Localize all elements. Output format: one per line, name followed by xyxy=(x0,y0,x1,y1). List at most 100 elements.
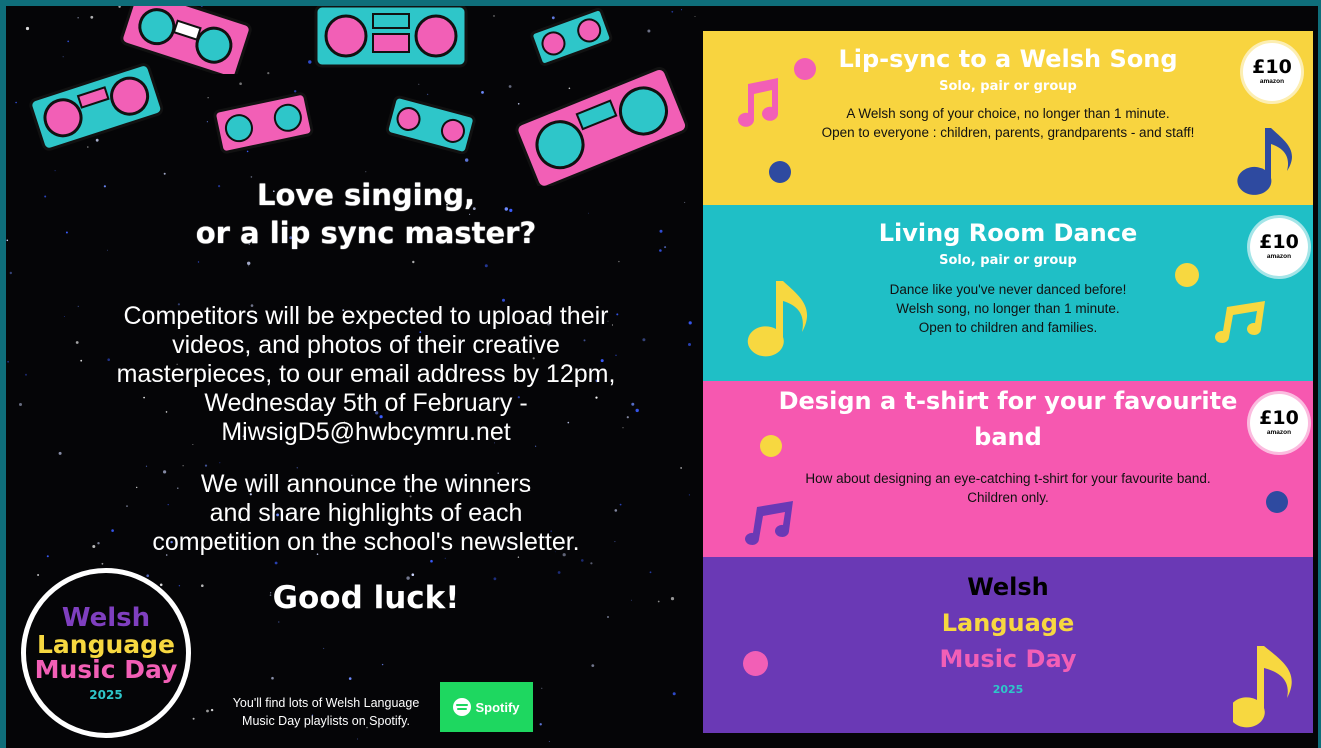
decor-dot xyxy=(769,161,791,183)
star-dot xyxy=(6,239,9,242)
star-dot xyxy=(63,316,65,317)
star-dot xyxy=(278,621,280,623)
spotify-note-line: Music Day playlists on Spotify. xyxy=(242,714,410,728)
footer-line1: Welsh xyxy=(967,573,1049,601)
star-dot xyxy=(672,692,676,696)
star-dot xyxy=(481,91,484,94)
competition-subtitle: Solo, pair or group xyxy=(939,253,1077,268)
logo-line3: Music Day xyxy=(34,655,178,685)
star-dot xyxy=(694,16,696,17)
instructions-line: Wednesday 5th of February - xyxy=(204,389,528,417)
star-dot xyxy=(539,723,542,726)
star-dot xyxy=(44,195,47,198)
star-dot xyxy=(65,231,68,234)
welsh-music-day-logo: Welsh Language Music Day 2025 xyxy=(21,568,191,738)
spotify-note-line: You'll find lots of Welsh Language xyxy=(232,696,420,710)
star-dot xyxy=(267,72,270,75)
music-note-icon xyxy=(1237,128,1292,195)
star-dot xyxy=(412,260,415,264)
star-dot xyxy=(25,373,27,376)
star-dot xyxy=(247,261,251,265)
star-dot xyxy=(101,562,104,565)
star-dot xyxy=(418,83,420,85)
star-dot xyxy=(688,321,692,325)
star-dot xyxy=(271,676,274,680)
star-dot xyxy=(588,212,589,214)
prize-brand: amazon xyxy=(1266,253,1292,261)
star-dot xyxy=(381,663,384,666)
star-dot xyxy=(239,82,242,85)
star-dot xyxy=(659,249,662,252)
star-dot xyxy=(607,616,609,618)
star-dot xyxy=(54,170,56,172)
star-dot xyxy=(630,599,632,601)
star-dot xyxy=(671,10,674,13)
star-dot xyxy=(557,571,561,574)
star-dot xyxy=(681,9,682,11)
competition-panel-dance: Living Room Dance Solo, pair or group Da… xyxy=(703,205,1313,381)
music-note-icon xyxy=(1233,646,1292,728)
prize-amount: £10 xyxy=(1259,231,1299,254)
instructions-line: Competitors will be expected to upload t… xyxy=(123,302,609,330)
star-dot xyxy=(670,597,675,601)
star-dot xyxy=(19,403,22,406)
prize-amount: £10 xyxy=(1252,56,1292,79)
star-dot xyxy=(647,29,651,33)
spotify-label: Spotify xyxy=(475,699,520,715)
star-dot xyxy=(159,583,163,587)
music-note-icon xyxy=(745,501,793,545)
star-dot xyxy=(25,26,30,31)
star-dot xyxy=(219,462,221,464)
star-dot xyxy=(657,600,660,603)
boombox-icon xyxy=(530,7,613,66)
star-dot xyxy=(365,171,367,173)
winners-line: We will announce the winners xyxy=(200,470,532,498)
star-dot xyxy=(204,464,208,467)
star-dot xyxy=(146,574,149,577)
prize-badge: £10 amazon xyxy=(1250,218,1308,276)
star-dot xyxy=(9,271,12,275)
music-note-icon xyxy=(738,78,778,127)
poster: Love singing, or a lip sync master? Comp… xyxy=(6,6,1318,748)
star-dot xyxy=(688,494,691,496)
star-dot xyxy=(46,555,49,558)
footer-panel: Welsh Language Music Day 2025 xyxy=(703,557,1313,733)
star-dot xyxy=(248,265,250,267)
competition-subtitle: Solo, pair or group xyxy=(939,79,1077,94)
winners-paragraph: We will announce the winners and share h… xyxy=(66,470,666,557)
competition-title: Living Room Dance xyxy=(878,219,1138,247)
star-dot xyxy=(197,261,200,263)
prize-brand: amazon xyxy=(1259,78,1285,86)
star-dot xyxy=(541,687,543,689)
music-note-icon xyxy=(1215,301,1265,343)
star-dot xyxy=(688,343,691,346)
prize-badge: £10 amazon xyxy=(1243,43,1301,101)
good-luck-text: Good luck! xyxy=(272,580,460,616)
heading-line2: or a lip sync master? xyxy=(195,216,537,250)
decor-dot xyxy=(743,651,768,676)
music-note-icon xyxy=(747,281,808,357)
boombox-icon xyxy=(29,63,164,151)
heading: Love singing, or a lip sync master? xyxy=(146,176,586,252)
decor-dot xyxy=(1175,263,1199,287)
footer-line3: Music Day xyxy=(939,645,1077,673)
star-dot xyxy=(206,121,208,123)
star-dot xyxy=(659,229,663,233)
star-dot xyxy=(37,574,40,576)
star-dot xyxy=(207,97,209,99)
star-dot xyxy=(274,561,278,565)
boombox-icon xyxy=(385,95,476,154)
star-dot xyxy=(15,101,17,104)
spotify-button[interactable]: Spotify xyxy=(440,682,533,732)
star-dot xyxy=(430,559,433,563)
logo-line1: Welsh xyxy=(61,603,151,634)
star-dot xyxy=(664,246,667,249)
star-dot xyxy=(591,664,595,667)
prize-brand: amazon xyxy=(1266,429,1292,437)
star-dot xyxy=(163,172,166,175)
boombox-icon xyxy=(314,6,468,68)
footer-year: 2025 xyxy=(992,683,1024,696)
star-dot xyxy=(296,467,298,469)
logo-year: 2025 xyxy=(89,687,123,702)
prize-badge: £10 amazon xyxy=(1250,394,1308,452)
